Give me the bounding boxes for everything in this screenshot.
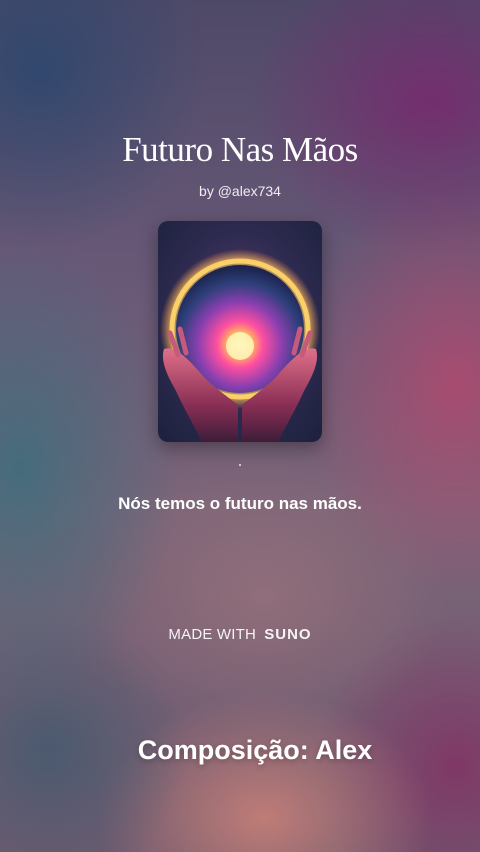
made-with-suno-badge[interactable]: MADE WITH SUNO	[0, 626, 480, 643]
current-lyric: Nós temos o futuro nas mãos.	[118, 494, 362, 513]
artist-byline[interactable]: by @alex734	[0, 183, 480, 199]
lyric-progress-dot	[239, 464, 241, 466]
composer-caption: Composição: Alex	[137, 735, 373, 765]
cover-art	[158, 221, 322, 442]
glowing-orb-hands-icon	[158, 221, 322, 442]
suno-logo: SUNO	[264, 626, 312, 643]
song-title: Futuro Nas Mãos	[122, 130, 358, 169]
made-with-label: MADE WITH	[168, 626, 257, 643]
